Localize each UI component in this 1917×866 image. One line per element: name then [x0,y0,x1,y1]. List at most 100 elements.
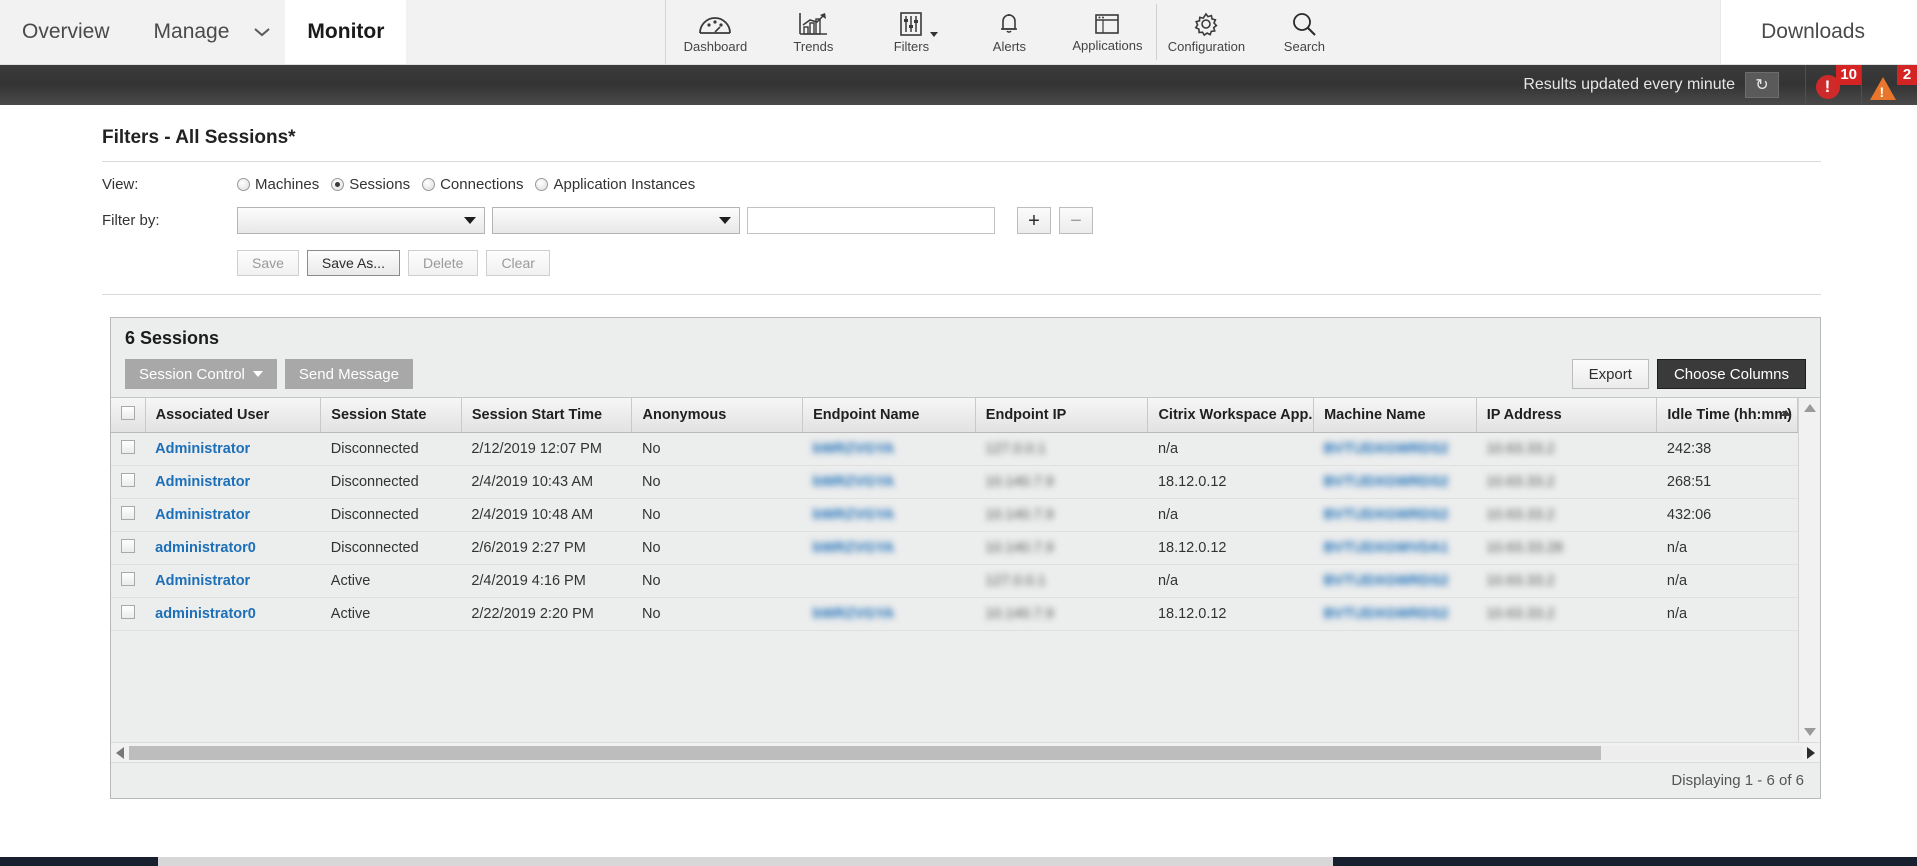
select-all-header[interactable] [111,398,146,433]
choose-columns-button[interactable]: Choose Columns [1656,359,1806,389]
column-header-session-start-time[interactable]: Session Start Time [461,398,633,433]
column-header-anonymous[interactable]: Anonymous [631,398,804,433]
row-select-cell[interactable] [111,564,146,598]
row-checkbox[interactable] [121,572,135,586]
export-button[interactable]: Export [1571,359,1649,389]
cell-associated-user[interactable]: Administrator [145,498,321,532]
chevron-down-icon[interactable] [251,0,285,64]
nav-icon-trends[interactable]: Trends [764,0,862,64]
view-option-machines[interactable]: Machines [237,176,319,193]
cell-endpoint-name[interactable]: bWRZVGYA [802,465,976,499]
table-row[interactable]: administrator0 Disconnected 2/6/2019 2:2… [111,531,1798,565]
cell-machine-name[interactable]: BVT\JDXGWRDS2 [1313,498,1477,532]
scroll-up-icon[interactable] [1803,404,1816,412]
user-link[interactable]: Administrator [155,474,250,490]
row-select-cell[interactable] [111,432,146,466]
cell-machine-name[interactable]: BVT\JDXGWRDS2 [1313,597,1477,631]
horizontal-scroll-track[interactable] [129,745,1802,760]
horizontal-scrollbar[interactable] [111,742,1820,762]
view-option-application-instances[interactable]: Application Instances [535,176,695,193]
column-header-ip-address[interactable]: IP Address [1476,398,1658,433]
cell-associated-user[interactable]: Administrator [145,432,321,466]
user-link[interactable]: Administrator [155,507,250,523]
downloads-link[interactable]: Downloads [1720,0,1917,64]
radio-machines-icon[interactable] [237,178,250,191]
row-select-cell[interactable] [111,498,146,532]
row-checkbox[interactable] [121,605,135,619]
cell-machine-name[interactable]: BVT\JDXGWRDS2 [1313,564,1477,598]
cell-associated-user[interactable]: Administrator [145,465,321,499]
machine-name-link[interactable]: BVT\JDXGWRDS2 [1324,474,1449,490]
nav-tab-overview[interactable]: Overview [0,0,132,64]
row-select-cell[interactable] [111,597,146,631]
user-link[interactable]: administrator0 [155,606,256,622]
filter-operator-select[interactable] [492,207,740,234]
machine-name-link[interactable]: BVT\JDXGWRDS2 [1324,507,1449,523]
table-row[interactable]: Administrator Active 2/4/2019 4:16 PM No… [111,564,1798,598]
machine-name-link[interactable]: BVT\JDXGWRDS2 [1324,441,1449,457]
column-header-machine-name[interactable]: Machine Name [1313,398,1477,433]
row-checkbox[interactable] [121,440,135,454]
cell-associated-user[interactable]: administrator0 [145,597,321,631]
remove-filter-button[interactable]: − [1059,207,1093,234]
row-checkbox[interactable] [121,539,135,553]
table-row[interactable]: Administrator Disconnected 2/4/2019 10:4… [111,498,1798,532]
table-row[interactable]: Administrator Disconnected 2/4/2019 10:4… [111,465,1798,499]
scroll-down-icon[interactable] [1803,728,1816,736]
row-select-cell[interactable] [111,465,146,499]
view-option-connections[interactable]: Connections [422,176,523,193]
save-as-filter-button[interactable]: Save As... [306,250,400,276]
filters-dropdown-caret-icon[interactable] [930,32,939,37]
filter-value-input[interactable] [747,207,995,234]
column-header-endpoint-name[interactable]: Endpoint Name [802,398,976,433]
nav-icon-dashboard[interactable]: Dashboard [666,0,764,64]
endpoint-name-link[interactable]: bWRZVGYA [813,474,895,490]
machine-name-link[interactable]: BVT\JDXGWRDS2 [1324,573,1449,589]
machine-name-link[interactable]: BVT\JDXGWVDA1 [1324,540,1449,556]
save-filter-button[interactable]: Save [237,250,299,276]
add-filter-button[interactable]: + [1017,207,1051,234]
nav-icon-alerts[interactable]: Alerts [960,0,1058,64]
clear-filter-button[interactable]: Clear [486,250,550,276]
radio-sessions-icon[interactable] [331,178,345,191]
cell-endpoint-name[interactable]: bWRZVGYA [802,498,976,532]
nav-tab-manage[interactable]: Manage [132,0,252,64]
select-all-checkbox[interactable] [121,406,135,420]
cell-endpoint-name[interactable]: bWRZVGYA [802,531,976,565]
cell-associated-user[interactable]: Administrator [145,564,321,598]
user-link[interactable]: Administrator [155,441,250,457]
cell-machine-name[interactable]: BVT\JDXGWRDS2 [1313,432,1477,466]
endpoint-name-link[interactable]: bWRZVGYA [813,606,895,622]
radio-connections-icon[interactable] [422,178,436,191]
column-header-citrix-workspace-app[interactable]: Citrix Workspace App... [1147,398,1315,433]
vertical-scrollbar[interactable] [1798,398,1820,742]
cell-endpoint-name[interactable]: bWRZVGYA [802,597,976,631]
row-select-cell[interactable] [111,531,146,565]
cell-endpoint-name[interactable] [802,564,976,598]
table-row[interactable]: Administrator Disconnected 2/12/2019 12:… [111,432,1798,466]
nav-icon-search[interactable]: Search [1255,0,1353,64]
cell-machine-name[interactable]: BVT\JDXGWVDA1 [1313,531,1477,565]
cell-associated-user[interactable]: administrator0 [145,531,321,565]
row-checkbox[interactable] [121,473,135,487]
scroll-right-icon[interactable] [1807,746,1815,759]
nav-tab-monitor[interactable]: Monitor [285,0,407,64]
row-checkbox[interactable] [121,506,135,520]
view-option-sessions[interactable]: Sessions [331,176,410,193]
radio-application-instances-icon[interactable] [535,178,549,191]
nav-icon-filters[interactable]: Filters [862,0,960,64]
cell-machine-name[interactable]: BVT\JDXGWRDS2 [1313,465,1477,499]
filter-criteria-select[interactable] [237,207,485,234]
machine-name-link[interactable]: BVT\JDXGWRDS2 [1324,606,1449,622]
nav-icon-applications[interactable]: Applications [1058,0,1156,64]
column-header-session-state[interactable]: Session State [320,398,462,433]
column-header-idle-time[interactable]: Idle Time (hh:mm) [1656,398,1798,433]
session-control-button[interactable]: Session Control [125,359,277,389]
send-message-button[interactable]: Send Message [284,359,413,389]
cell-endpoint-name[interactable]: bWRZVGYA [802,432,976,466]
endpoint-name-link[interactable]: bWRZVGYA [813,507,895,523]
endpoint-name-link[interactable]: bWRZVGYA [813,441,895,457]
column-header-endpoint-ip[interactable]: Endpoint IP [975,398,1149,433]
horizontal-scroll-thumb[interactable] [129,745,1602,760]
nav-icon-configuration[interactable]: Configuration [1157,0,1255,64]
